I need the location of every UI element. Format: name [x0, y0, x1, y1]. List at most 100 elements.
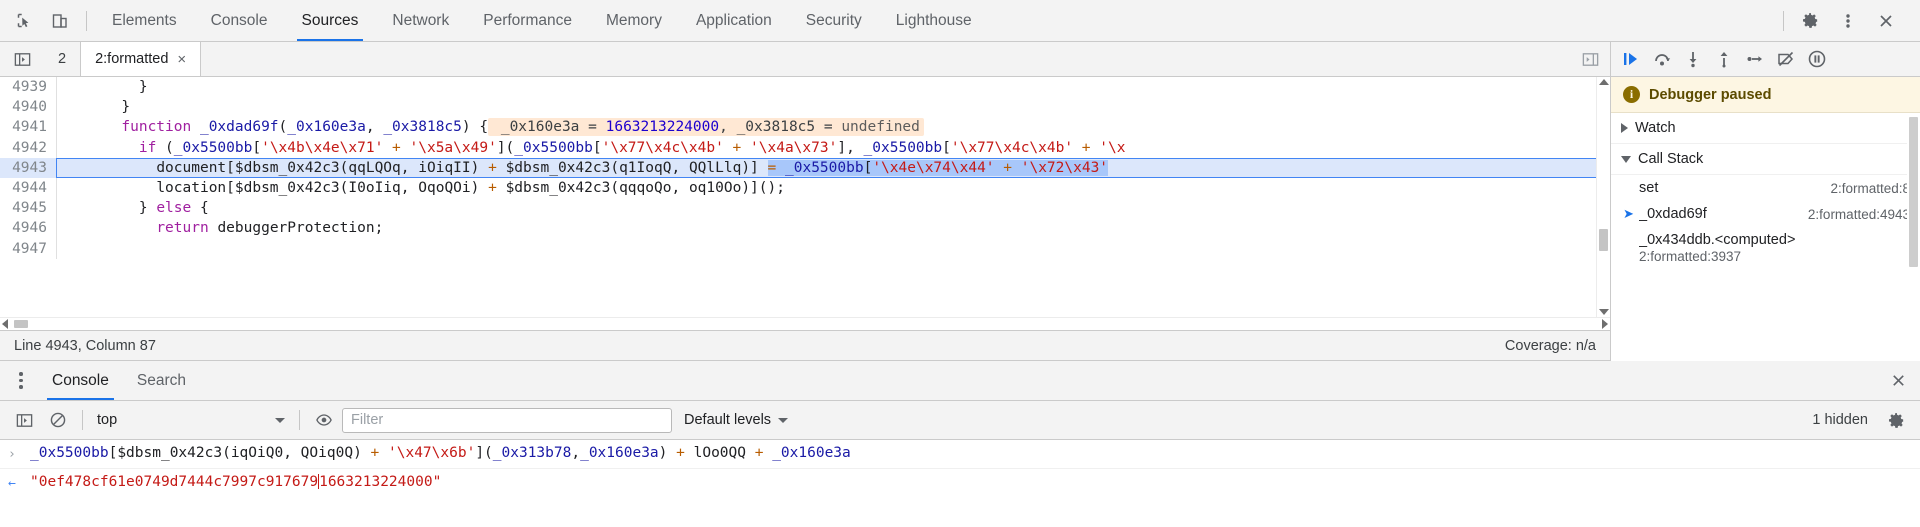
- tab-elements-label: Elements: [112, 11, 177, 29]
- console-output[interactable]: › _0x5500bb[$dbsm_0x42c3(iqOiQ0, QOiq0Q) …: [0, 440, 1920, 527]
- code-line-content[interactable]: }: [57, 97, 130, 117]
- code-token: oq10Oo: [688, 179, 742, 196]
- line-number[interactable]: 4942: [0, 137, 57, 158]
- code-line-content[interactable]: }: [57, 77, 148, 97]
- code-lines[interactable]: 4939 } 4940 } 4941 function _0xdad69f(_0x1…: [0, 77, 1596, 317]
- code-token: '\x77\x4c\x4b': [950, 139, 1074, 156]
- drawer-tab-console-label: Console: [52, 371, 109, 389]
- code-line[interactable]: 4940 }: [0, 97, 1596, 118]
- sources-panel: 2 2:formatted × 4939 } 4940 } 4941 functio…: [0, 42, 1920, 361]
- code-token: ) {: [461, 119, 489, 136]
- code-token: +: [994, 159, 1021, 176]
- editor-tab-2-formatted[interactable]: 2:formatted ×: [80, 42, 202, 76]
- step-over-button[interactable]: [1648, 46, 1675, 72]
- scroll-left-icon[interactable]: [2, 319, 8, 329]
- code-line-content[interactable]: } else {: [57, 198, 209, 218]
- tab-sources[interactable]: Sources: [285, 0, 376, 41]
- tab-console[interactable]: Console: [194, 0, 285, 41]
- line-number[interactable]: 4943: [0, 157, 57, 178]
- step-into-button[interactable]: [1679, 46, 1706, 72]
- console-input-message[interactable]: › _0x5500bb[$dbsm_0x42c3(iqOiQ0, QOiq0Q) …: [0, 440, 1920, 469]
- line-number[interactable]: 4941: [0, 117, 57, 138]
- close-icon[interactable]: [1876, 372, 1920, 389]
- tab-application-label: Application: [695, 11, 772, 29]
- scroll-down-icon[interactable]: [1598, 309, 1609, 315]
- vertical-scroll-thumb[interactable]: [1599, 229, 1608, 251]
- deactivate-breakpoints-button[interactable]: [1772, 46, 1799, 72]
- drawer-menu-icon[interactable]: [4, 361, 38, 400]
- toolbar-divider: [86, 10, 87, 31]
- code-line[interactable]: 4942 if (_0x5500bb['\x4b\x4e\x71' + '\x5…: [0, 137, 1596, 158]
- code-line-content[interactable]: function _0xdad69f(_0x160e3a, _0x3818c5)…: [57, 117, 924, 137]
- code-token: [: [863, 159, 873, 176]
- tab-elements[interactable]: Elements: [95, 0, 194, 41]
- show-navigator-icon[interactable]: [0, 42, 44, 76]
- tab-network[interactable]: Network: [375, 0, 466, 41]
- code-line-content[interactable]: document[$dbsm_0x42c3(qqLQOq, iOiqII) + …: [57, 158, 1109, 178]
- gear-icon[interactable]: [1792, 6, 1828, 36]
- code-line[interactable]: 4945 } else {: [0, 198, 1596, 219]
- live-expression-icon[interactable]: [308, 407, 340, 433]
- console-filter-input[interactable]: Filter: [342, 407, 672, 433]
- close-icon[interactable]: ×: [177, 52, 186, 67]
- code-line[interactable]: 4941 function _0xdad69f(_0x160e3a, _0x38…: [0, 117, 1596, 138]
- clear-console-icon[interactable]: [42, 407, 74, 433]
- device-toolbar-icon[interactable]: [42, 6, 78, 36]
- code-line-content[interactable]: location[$dbsm_0x42c3(I0oIiq, OqoQOi) + …: [57, 178, 785, 198]
- code-token: +: [723, 139, 751, 156]
- code-line[interactable]: 4939 }: [0, 77, 1596, 98]
- sidebar-scroll-thumb[interactable]: [1909, 117, 1918, 267]
- tab-application[interactable]: Application: [679, 0, 789, 41]
- console-result-message[interactable]: ← "0ef478cf61e0749d7444c7997c917679166321…: [0, 469, 1920, 497]
- gear-icon[interactable]: [1880, 407, 1912, 433]
- console-context-selector[interactable]: top: [91, 408, 291, 432]
- code-line[interactable]: 4947: [0, 238, 1596, 259]
- horizontal-scroll-thumb[interactable]: [14, 320, 28, 328]
- scroll-right-icon[interactable]: [1602, 319, 1608, 329]
- close-icon[interactable]: [1868, 6, 1904, 36]
- inspect-element-icon[interactable]: [6, 6, 42, 36]
- editor-horizontal-scrollbar[interactable]: [0, 317, 1610, 330]
- tab-memory[interactable]: Memory: [589, 0, 679, 41]
- tab-security[interactable]: Security: [789, 0, 879, 41]
- editor-tab-count[interactable]: 2: [44, 42, 80, 76]
- code-token: _0x3818c5: [383, 119, 462, 136]
- code-line[interactable]: 4944 location[$dbsm_0x42c3(I0oIiq, OqoQO…: [0, 177, 1596, 199]
- show-debugger-sidebar-icon[interactable]: [1571, 42, 1610, 76]
- line-number[interactable]: 4939: [0, 77, 57, 98]
- code-editor[interactable]: 4939 } 4940 } 4941 function _0xdad69f(_0x1…: [0, 77, 1610, 317]
- call-stack-frame[interactable]: ➤ _0xdad69f 2:formatted:4943: [1611, 201, 1920, 227]
- sidebar-scrollbar[interactable]: [1907, 113, 1920, 361]
- line-number[interactable]: 4940: [0, 97, 57, 118]
- step-button[interactable]: [1741, 46, 1768, 72]
- panel-tabs: Elements Console Sources Network Perform…: [95, 0, 989, 41]
- editor-vertical-scrollbar[interactable]: [1596, 77, 1610, 317]
- code-token: '\x5a\x49': [409, 139, 497, 156]
- resume-script-button[interactable]: [1617, 46, 1644, 72]
- call-stack-frame[interactable]: set 2:formatted:8: [1611, 175, 1920, 201]
- scroll-up-icon[interactable]: [1598, 79, 1609, 85]
- sidebar-section-watch[interactable]: Watch: [1611, 113, 1920, 144]
- code-line-content[interactable]: return debuggerProtection;: [57, 218, 383, 238]
- console-log-levels-selector[interactable]: Default levels: [674, 412, 798, 428]
- drawer-tab-console[interactable]: Console: [38, 361, 123, 400]
- line-number[interactable]: 4947: [0, 238, 57, 259]
- step-out-button[interactable]: [1710, 46, 1737, 72]
- call-stack-frame[interactable]: _0x434ddb.<computed> 2:formatted:3937: [1611, 227, 1920, 269]
- line-number[interactable]: 4946: [0, 218, 57, 239]
- code-line-content[interactable]: if (_0x5500bb['\x4b\x4e\x71' + '\x5a\x49…: [57, 138, 1126, 158]
- tab-performance[interactable]: Performance: [466, 0, 589, 41]
- line-number[interactable]: 4944: [0, 177, 57, 199]
- console-message-text: _0x5500bb[$dbsm_0x42c3(iqOiQ0, QOiq0Q) +…: [30, 444, 851, 463]
- kebab-menu-icon[interactable]: [1830, 6, 1866, 36]
- code-line-executing[interactable]: 4943 document[$dbsm_0x42c3(qqLQOq, iOiqI…: [0, 157, 1596, 179]
- call-stack-frame-name: _0xdad69f: [1639, 206, 1707, 222]
- code-line[interactable]: 4946 return debuggerProtection;: [0, 218, 1596, 239]
- tab-lighthouse[interactable]: Lighthouse: [879, 0, 989, 41]
- line-number[interactable]: 4945: [0, 198, 57, 219]
- pause-on-exceptions-button[interactable]: [1803, 46, 1830, 72]
- sidebar-section-call-stack[interactable]: Call Stack: [1611, 144, 1920, 175]
- drawer-tab-search[interactable]: Search: [123, 361, 200, 400]
- console-sidebar-icon[interactable]: [8, 407, 40, 433]
